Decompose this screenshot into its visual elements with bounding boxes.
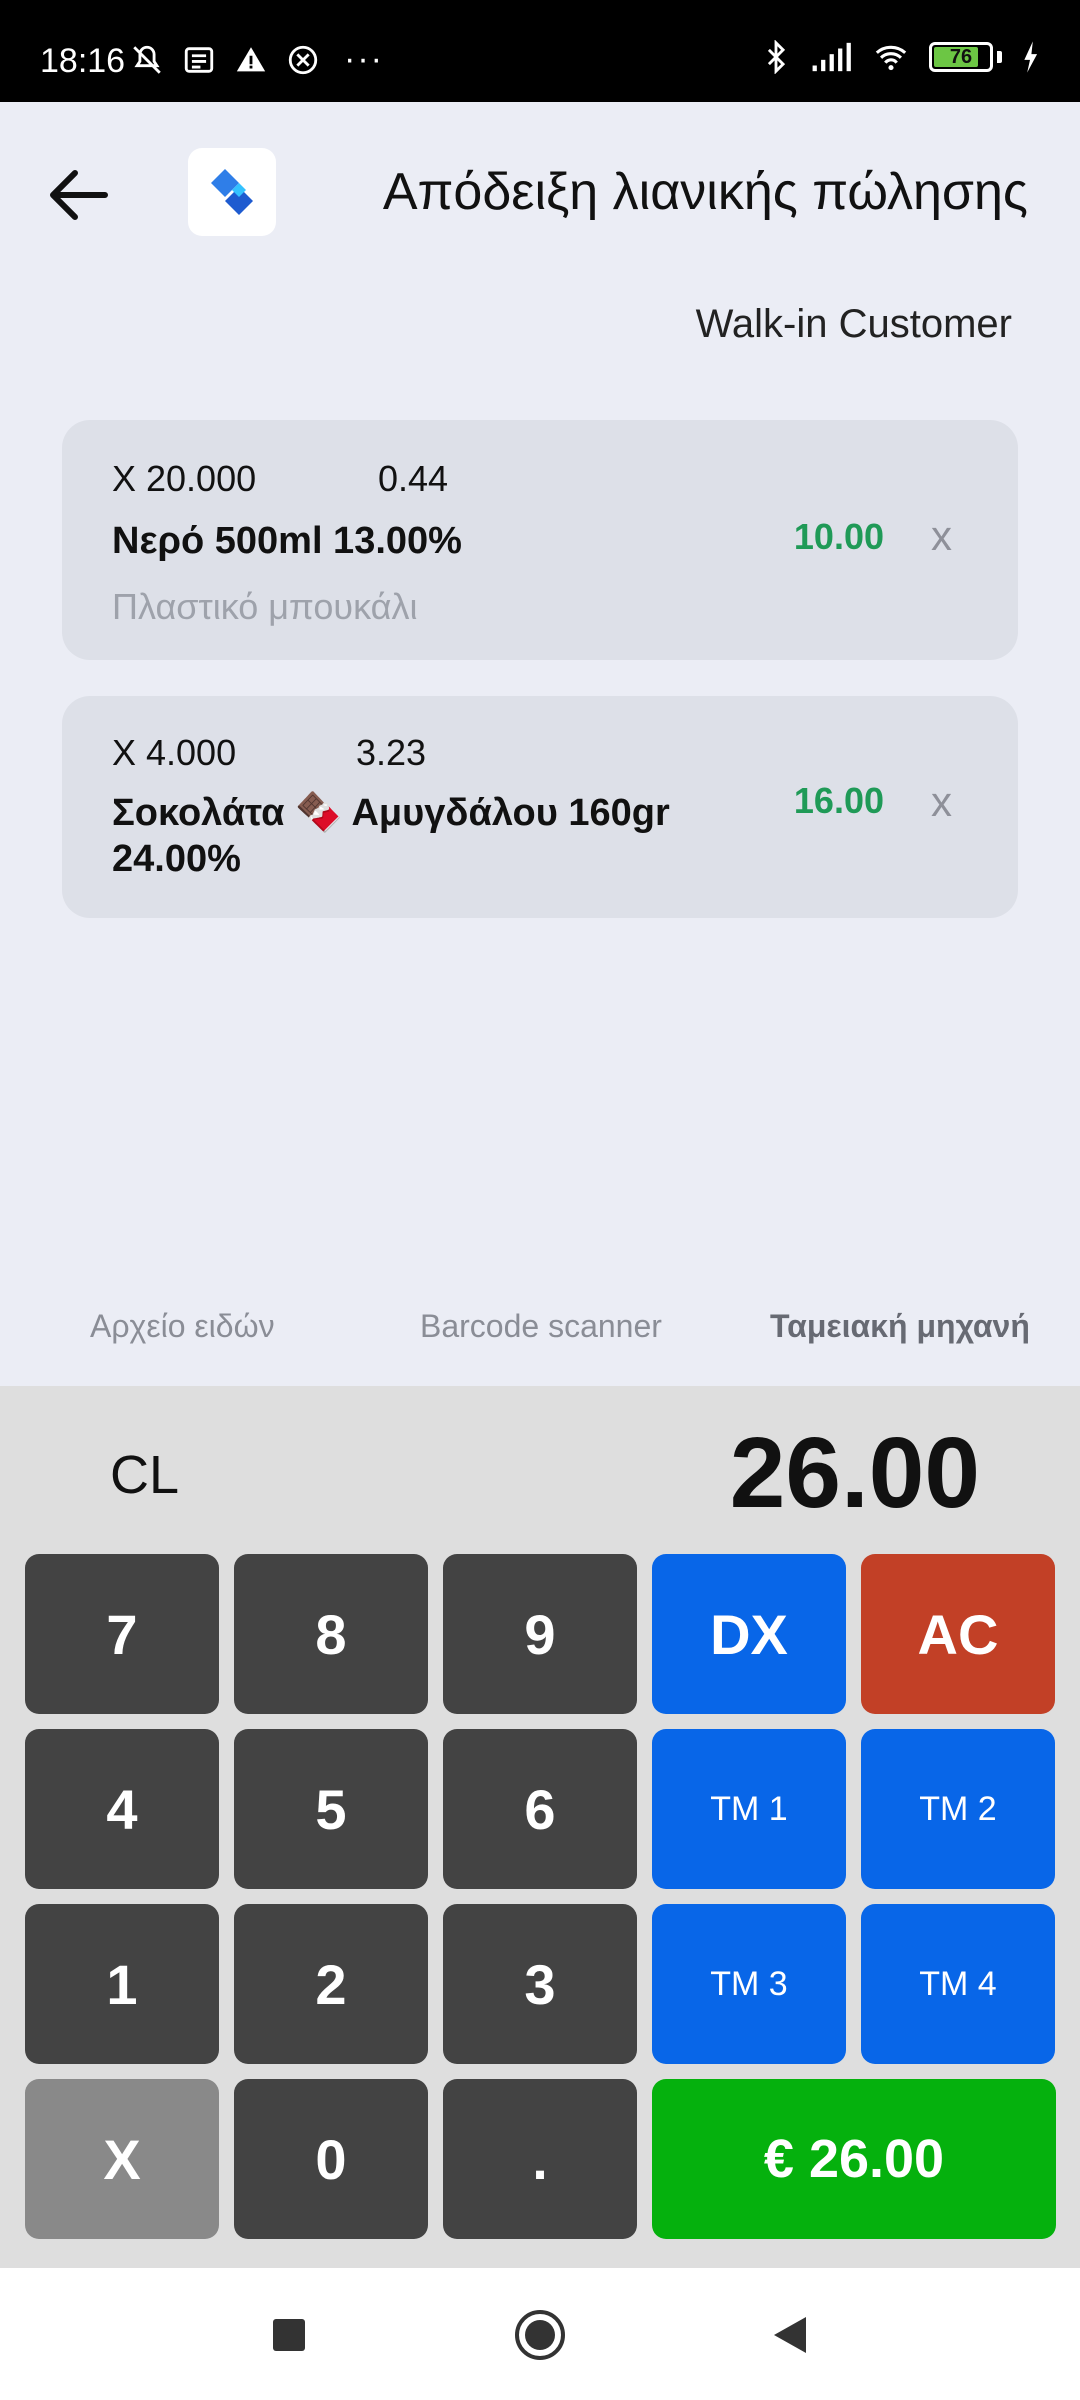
status-bar: 18:16 ··· 76: [0, 0, 1080, 102]
tm1-button[interactable]: TM 1: [652, 1729, 846, 1889]
cancel-circle-icon: [288, 45, 318, 74]
key-8[interactable]: 8: [234, 1554, 428, 1714]
charging-icon: [1024, 41, 1038, 73]
key-7[interactable]: 7: [25, 1554, 219, 1714]
multiply-button[interactable]: X: [25, 2079, 219, 2239]
remove-item-button[interactable]: x: [931, 512, 952, 560]
item-quantity: X 4.000: [112, 732, 237, 773]
tab-cash-register[interactable]: Ταμειακή μηχανή: [770, 1308, 1030, 1345]
back-button[interactable]: [40, 157, 116, 233]
item-quantity: X 20.000: [112, 458, 257, 499]
key-3[interactable]: 3: [443, 1904, 637, 2064]
key-9[interactable]: 9: [443, 1554, 637, 1714]
all-clear-button[interactable]: AC: [861, 1554, 1055, 1714]
tm2-button[interactable]: TM 2: [861, 1729, 1055, 1889]
item-total: 10.00: [793, 516, 884, 557]
warning-icon: [236, 46, 266, 71]
recents-button[interactable]: [262, 2308, 316, 2362]
item-name: Σοκολάτα 🍫 Αμυγδάλου 160gr 24.00%: [112, 790, 670, 882]
pay-button[interactable]: € 26.00: [652, 2079, 1056, 2239]
key-1[interactable]: 1: [25, 1904, 219, 2064]
app-header: Απόδειξη λιανικής πώλησης: [0, 102, 1080, 282]
amount-display: 26.00: [729, 1417, 980, 1529]
tm3-button[interactable]: TM 3: [652, 1904, 846, 2064]
receipt-item[interactable]: X 20.000 0.44 Νερό 500ml 13.00% Πλαστικό…: [62, 420, 1018, 660]
notification-icons: ···: [130, 40, 384, 79]
item-total: 16.00: [793, 780, 884, 821]
item-description: Πλαστικό μπουκάλι: [112, 586, 418, 627]
receipt-item[interactable]: X 4.000 3.23 Σοκολάτα 🍫 Αμυγδάλου 160gr …: [62, 696, 1018, 918]
system-icons: 76: [759, 40, 1042, 74]
more-notifications-icon: ···: [344, 40, 384, 78]
battery-icon: 76: [929, 42, 993, 72]
cash-register-keypad: CL 26.00 7 8 9 DX AC 4 5 6 TM 1 TM 2 1 2…: [0, 1386, 1080, 2268]
back-nav-button[interactable]: [762, 2308, 816, 2362]
item-unit-price: 3.23: [356, 732, 427, 773]
arrow-left-icon: [50, 170, 108, 220]
signal-icon: [812, 42, 851, 72]
app-logo: [188, 148, 276, 236]
item-unit-price: 0.44: [378, 458, 449, 499]
remove-item-button[interactable]: x: [931, 778, 952, 826]
key-5[interactable]: 5: [234, 1729, 428, 1889]
tm4-button[interactable]: TM 4: [861, 1904, 1055, 2064]
home-button[interactable]: [513, 2308, 567, 2362]
status-time: 18:16: [40, 42, 126, 80]
tab-barcode-scanner[interactable]: Barcode scanner: [420, 1308, 662, 1345]
key-6[interactable]: 6: [443, 1729, 637, 1889]
diamond-logo-icon: [211, 169, 253, 215]
bell-off-icon: [133, 45, 161, 74]
item-name-line: Σοκολάτα 🍫 Αμυγδάλου 160gr: [112, 792, 670, 834]
bluetooth-icon: [767, 40, 786, 74]
mode-label: CL: [110, 1445, 180, 1505]
page-title: Απόδειξη λιανικής πώλησης: [382, 163, 1028, 221]
battery-cap: [997, 51, 1002, 63]
dx-button[interactable]: DX: [652, 1554, 846, 1714]
circle-home-icon: [515, 2310, 565, 2360]
tab-item-catalog[interactable]: Αρχείο ειδών: [90, 1308, 275, 1345]
key-2[interactable]: 2: [234, 1904, 428, 2064]
news-icon: [184, 46, 214, 73]
customer-name[interactable]: Walk-in Customer: [696, 302, 1012, 347]
decimal-point-key[interactable]: .: [443, 2079, 637, 2239]
battery-level: 76: [949, 46, 973, 68]
bottom-tabs: Αρχείο ειδών Barcode scanner Ταμειακή μη…: [0, 1300, 1080, 1350]
triangle-back-icon: [774, 2317, 806, 2353]
square-icon: [273, 2319, 305, 2351]
key-0[interactable]: 0: [234, 2079, 428, 2239]
system-nav-bar: [0, 2268, 1080, 2400]
wifi-icon: [875, 45, 907, 71]
item-name: Νερό 500ml 13.00%: [112, 520, 462, 562]
key-4[interactable]: 4: [25, 1729, 219, 1889]
item-vat: 24.00%: [112, 838, 241, 880]
